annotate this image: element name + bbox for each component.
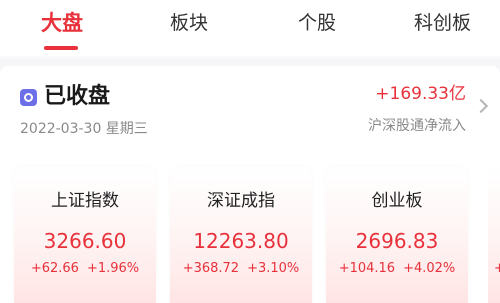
tab-market[interactable]: 大盘 — [41, 10, 83, 36]
trading-date: 2022-03-30 星期三 — [20, 121, 148, 137]
tab-stocks[interactable]: 个股 — [298, 10, 336, 36]
market-status-title: 已收盘 — [44, 84, 111, 109]
index-card-partial[interactable]: + — [488, 167, 500, 303]
index-change-percent: +1.96% — [86, 261, 140, 276]
index-change-percent: +4.02% — [403, 261, 456, 276]
tab-sectors[interactable]: 板块 — [170, 10, 208, 36]
index-name: 深证成指 — [207, 191, 275, 211]
index-change: +62.66 +1.96% — [14, 261, 156, 277]
index-name: 创业板 — [371, 191, 423, 211]
index-change: +368.72 +3.10% — [170, 261, 312, 277]
index-card-chinext[interactable]: 创业板 2696.83 +104.16 +4.02% — [326, 167, 468, 303]
index-card-shanghai[interactable]: 上证指数 3266.60 +62.66 +1.96% — [14, 167, 156, 303]
tab-bar: 大盘 板块 个股 科创板 — [0, 0, 500, 56]
index-name: 上证指数 — [51, 191, 119, 211]
index-value: 2696.83 — [355, 229, 439, 253]
northbound-inflow-value[interactable]: +169.33亿 — [375, 83, 466, 105]
index-change-points: + — [494, 261, 500, 276]
status-icon — [20, 89, 37, 106]
index-card-shenzhen[interactable]: 深证成指 12263.80 +368.72 +3.10% — [170, 167, 312, 303]
market-overview-screen: 大盘 板块 个股 科创板 已收盘 2022-03-30 星期三 +169.33亿… — [0, 0, 500, 303]
index-change-points: +368.72 — [182, 261, 240, 276]
index-value: 12263.80 — [193, 229, 289, 253]
index-change-points: +104.16 — [338, 261, 396, 276]
northbound-inflow-label[interactable]: 沪深股通净流入 — [368, 117, 466, 135]
index-change-points: +62.66 — [30, 261, 79, 276]
tab-star-market[interactable]: 科创板 — [414, 10, 471, 36]
index-change: +104.16 +4.02% — [326, 261, 468, 277]
index-value: 3266.60 — [43, 229, 127, 253]
index-change-percent: +3.10% — [247, 261, 300, 276]
active-tab-indicator — [44, 46, 78, 50]
